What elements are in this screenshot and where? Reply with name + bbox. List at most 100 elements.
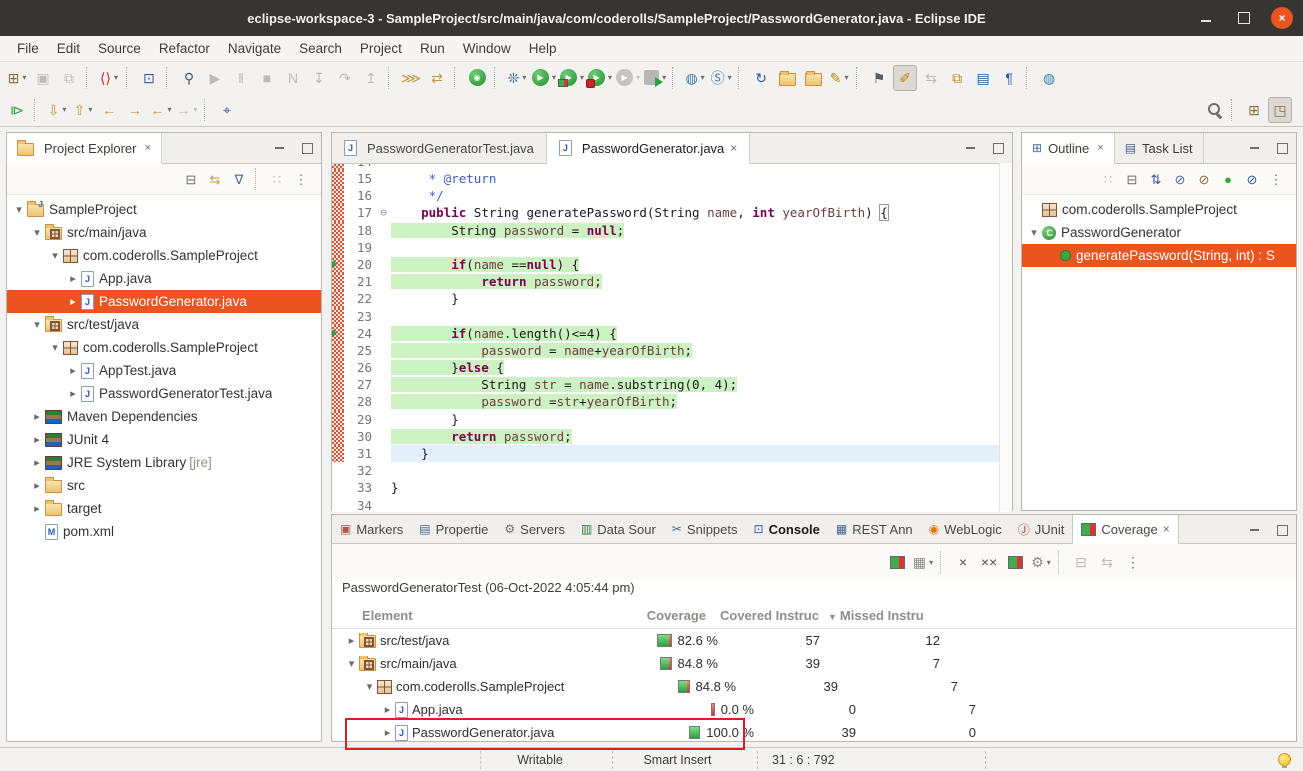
- expand-arrow-icon[interactable]: ▾: [29, 226, 45, 239]
- minimize-view-icon[interactable]: [962, 140, 978, 156]
- code-text[interactable]: String password = null;: [391, 222, 1012, 239]
- pin-editor-icon[interactable]: ⌖: [215, 97, 239, 123]
- code-text[interactable]: password =str+yearOfBirth;: [391, 393, 1012, 410]
- sort-icon[interactable]: ⇅: [1145, 167, 1167, 191]
- link-with-editor-icon[interactable]: ⇆: [919, 65, 943, 91]
- menu-window[interactable]: Window: [454, 36, 520, 61]
- expand-arrow-icon[interactable]: ▸: [344, 634, 359, 647]
- code-text[interactable]: if(name.length()<=4) {: [391, 325, 1012, 342]
- tree-item-apptest-java[interactable]: ▸JAppTest.java: [7, 359, 321, 382]
- coverage-row-app-java[interactable]: ▸JApp.java0.0 %07: [332, 698, 1296, 721]
- tab-servers[interactable]: ⚙Servers: [496, 515, 573, 543]
- maximize-button[interactable]: [1233, 7, 1255, 29]
- tab-markers[interactable]: ▣Markers: [332, 515, 411, 543]
- java-perspective-icon[interactable]: ◳: [1268, 97, 1292, 123]
- tab-snippets[interactable]: ✂Snippets: [664, 515, 746, 543]
- close-button[interactable]: ×: [1271, 7, 1293, 29]
- tree-item-src-test-java[interactable]: ▾src/test/java: [7, 313, 321, 336]
- expand-arrow-icon[interactable]: ▾: [362, 680, 377, 693]
- suspend-icon[interactable]: ‖: [229, 65, 253, 91]
- code-text[interactable]: String str = name.substring(0, 4);: [391, 376, 1012, 393]
- inspect-icon[interactable]: ⚲: [177, 65, 201, 91]
- debug-icon[interactable]: ❊▾: [505, 65, 529, 91]
- expand-arrow-icon[interactable]: ▸: [65, 387, 81, 400]
- tree-item-target[interactable]: ▸target: [7, 497, 321, 520]
- web-browser-icon[interactable]: ◍: [1037, 65, 1061, 91]
- code-editor[interactable]: 14 * @param yearOfBirth15 * @return16 */…: [332, 164, 1012, 512]
- tab-task-list[interactable]: ▤Task List: [1115, 133, 1204, 163]
- tree-item-junit-4[interactable]: ▸JUnit 4: [7, 428, 321, 451]
- code-text[interactable]: password = name+yearOfBirth;: [391, 342, 1012, 359]
- terminate-icon[interactable]: ■: [255, 65, 279, 91]
- expand-arrow-icon[interactable]: ▾: [11, 203, 27, 216]
- tree-item-passwordgenerator[interactable]: ▾PasswordGenerator: [1022, 221, 1296, 244]
- tab-console[interactable]: ⊡Console: [746, 515, 828, 543]
- code-text[interactable]: [391, 497, 1012, 512]
- tab-propertie[interactable]: ▤Propertie: [411, 515, 496, 543]
- tab-junit[interactable]: ⒿJUnit: [1010, 515, 1073, 543]
- editor-tab-passwordgeneratortest-java[interactable]: JPasswordGeneratorTest.java: [332, 133, 547, 163]
- expand-arrow-icon[interactable]: ▸: [65, 295, 81, 308]
- tab-project-explorer[interactable]: Project Explorer ×: [7, 133, 162, 164]
- show-public-icon[interactable]: ●: [1217, 167, 1239, 191]
- expand-arrow-icon[interactable]: ▾: [344, 657, 359, 670]
- step-into-icon[interactable]: ↧: [307, 65, 331, 91]
- expand-arrow-icon[interactable]: ▸: [29, 456, 45, 469]
- dropdown-arrow-icon[interactable]: ▾: [114, 73, 118, 82]
- menu-run[interactable]: Run: [411, 36, 454, 61]
- save-all-icon[interactable]: ⧉: [57, 65, 81, 91]
- forward-icon[interactable]: →▾: [175, 97, 199, 123]
- maximize-view-icon[interactable]: [990, 140, 1006, 156]
- show-source-icon[interactable]: ▤: [971, 65, 995, 91]
- tree-item-com-coderolls-sampleproject[interactable]: com.coderolls.SampleProject: [1022, 198, 1296, 221]
- link-with-editor-icon[interactable]: ⇆: [204, 167, 226, 191]
- link-with-selection-icon[interactable]: ⇆: [1095, 549, 1119, 575]
- tab-outline[interactable]: ⊞Outline×: [1022, 133, 1115, 164]
- overview-ruler[interactable]: [999, 163, 1012, 511]
- open-declaration-icon[interactable]: ⧉: [945, 65, 969, 91]
- column-header-element[interactable]: Element: [332, 608, 632, 623]
- filter-icon[interactable]: ∇: [228, 167, 250, 191]
- tab-coverage[interactable]: Coverage×: [1072, 515, 1178, 544]
- resume-icon[interactable]: ▶: [203, 65, 227, 91]
- save-icon[interactable]: ▣: [31, 65, 55, 91]
- collapse-all-icon[interactable]: ⊟: [1069, 549, 1093, 575]
- tree-item-sampleproject[interactable]: ▾SampleProject: [7, 198, 321, 221]
- dropdown-arrow-icon[interactable]: ▾: [580, 73, 584, 82]
- code-text[interactable]: }: [391, 445, 1012, 462]
- dropdown-arrow-icon[interactable]: ▾: [1047, 558, 1051, 567]
- maximize-view-icon[interactable]: [299, 140, 315, 156]
- open-type-icon[interactable]: [775, 65, 799, 91]
- show-whitespace-icon[interactable]: ¶: [997, 65, 1021, 91]
- column-header-covered-instructions[interactable]: Covered Instruc: [710, 608, 822, 623]
- dropdown-arrow-icon[interactable]: ▾: [88, 105, 92, 114]
- fold-marker-icon[interactable]: ⊖: [376, 204, 391, 221]
- cursor-position-status[interactable]: 31 : 6 : 792: [772, 748, 835, 771]
- run-failed-tests-icon[interactable]: ⋙: [399, 65, 423, 91]
- expand-arrow-icon[interactable]: ▾: [47, 341, 63, 354]
- tab-rest-ann[interactable]: ▦REST Ann: [828, 515, 921, 543]
- maximize-view-icon[interactable]: [1274, 140, 1290, 156]
- code-text[interactable]: [391, 239, 1012, 256]
- code-text[interactable]: }: [391, 479, 1012, 496]
- run-icon[interactable]: ▶▾: [531, 65, 557, 91]
- code-text[interactable]: }: [391, 411, 1012, 428]
- profile-icon[interactable]: ▶▾: [615, 65, 641, 91]
- coverage-launch-icon[interactable]: [885, 549, 909, 575]
- last-edit-back-icon[interactable]: ←: [97, 97, 121, 123]
- maximize-view-icon[interactable]: [1274, 522, 1290, 538]
- dropdown-arrow-icon[interactable]: ▾: [728, 73, 732, 82]
- close-icon[interactable]: ×: [1097, 142, 1103, 154]
- view-menu-icon[interactable]: ⋮: [290, 167, 312, 191]
- coverage-icon[interactable]: ▶▾: [559, 65, 585, 91]
- last-edit-forward-icon[interactable]: →: [123, 97, 147, 123]
- expand-arrow-icon[interactable]: ▾: [1026, 226, 1042, 239]
- menu-help[interactable]: Help: [520, 36, 566, 61]
- coverage-row-src-main-java[interactable]: ▾src/main/java84.8 %397: [332, 652, 1296, 675]
- hide-static-icon[interactable]: ⊘: [1193, 167, 1215, 191]
- pin-console-icon[interactable]: ⚑: [867, 65, 891, 91]
- code-text[interactable]: public String generatePassword(String na…: [391, 204, 1012, 221]
- coverage-row-com-coderolls-sampleproject[interactable]: ▾com.coderolls.SampleProject84.8 %397: [332, 675, 1296, 698]
- tree-item-generatepassword-string-int-s[interactable]: generatePassword(String, int) : S: [1022, 244, 1296, 267]
- mark-occurrences-icon[interactable]: ✐: [893, 65, 917, 91]
